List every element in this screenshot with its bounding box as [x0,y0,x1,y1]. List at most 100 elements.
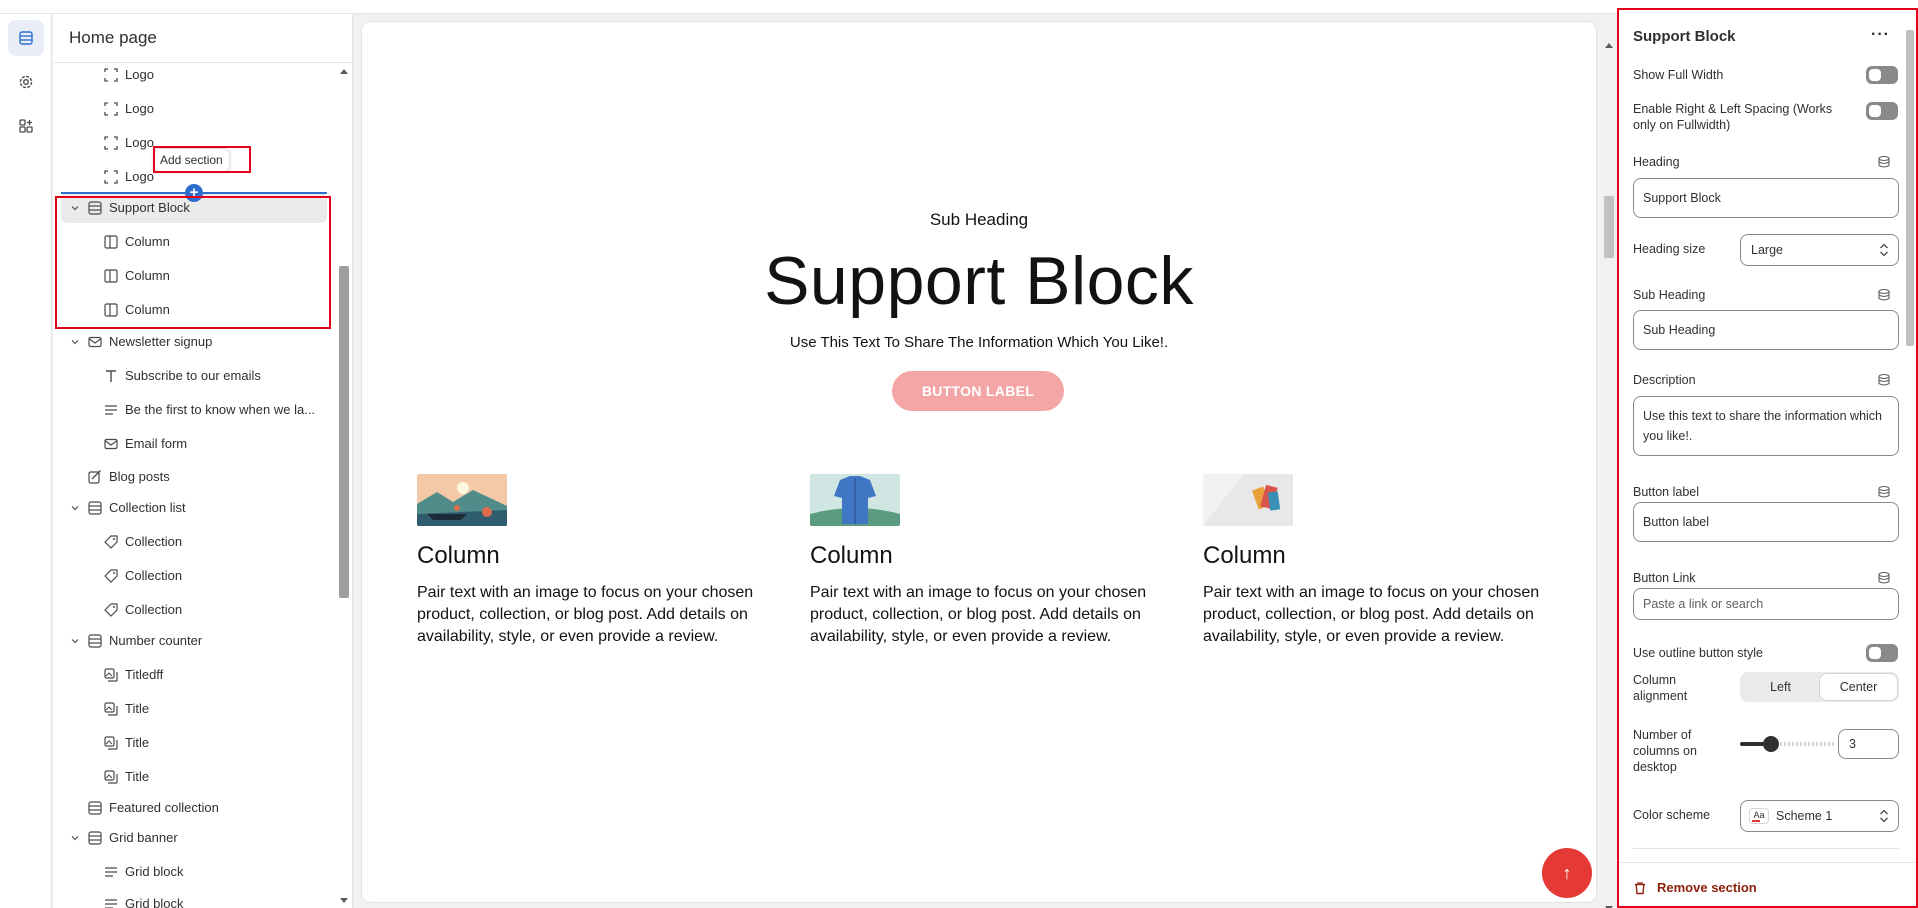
color-scheme-select[interactable]: Aa Scheme 1 [1740,800,1899,832]
divider [1633,848,1899,849]
dynamic-source-icon[interactable] [1877,571,1891,585]
enable-spacing-toggle[interactable] [1866,102,1898,120]
preview-heading: Support Block [764,243,1194,319]
preview-column: Column Pair text with an image to focus … [1203,474,1563,648]
sidebar-item-label: Title [125,701,150,716]
sidebar-tree-item[interactable]: Blog posts [53,462,329,492]
sidebar-tree-item[interactable]: Title [53,728,329,758]
sidebar-item-label: Logo [125,169,154,184]
sidebar-tree-item[interactable]: Collection [53,561,329,591]
preview-scrollbar-thumb[interactable] [1604,196,1614,258]
shirt-illustration-icon [810,474,900,526]
sidebar-item-label: Collection list [109,500,186,515]
sidebar-tree-item[interactable]: Collection [53,595,329,625]
panel-scrollbar-thumb[interactable] [1906,30,1914,346]
sidebar-tree-item[interactable]: Be the first to know when we la... [53,395,329,425]
sidebar-tree-item[interactable]: Collection [53,527,329,557]
paragraph-icon [105,867,117,877]
logo-block-icon [104,68,118,82]
paragraph-icon [105,899,117,908]
sidebar-item-label: Blog posts [109,469,170,484]
dynamic-source-icon[interactable] [1877,485,1891,499]
preview-column: Column Pair text with an image to focus … [417,474,777,648]
sidebar-tree-item[interactable]: Subscribe to our emails [53,361,329,391]
more-horizontal-icon[interactable]: ··· [1871,26,1890,44]
button-label-label: Button label [1633,485,1700,499]
sidebar-tree-item[interactable]: Title [53,762,329,792]
preview-button[interactable]: BUTTON LABEL [892,371,1064,411]
description-label: Description [1633,373,1696,387]
scroll-top-button[interactable]: ↑ [1542,848,1592,898]
sidebar-item-label: Subscribe to our emails [125,368,261,383]
column-text: Pair text with an image to focus on your… [810,584,1147,645]
sub-heading-input[interactable]: Sub Heading [1633,310,1899,350]
sidebar-tree-item[interactable]: Logo [53,60,329,90]
scroll-down-icon [340,898,348,903]
apps-icon [19,119,33,133]
chevron-down-icon[interactable] [69,502,81,514]
sections-rail-button[interactable] [8,20,44,56]
text-heading-icon [106,370,116,382]
show-full-width-label: Show Full Width [1633,68,1724,82]
sidebar-tree-item[interactable]: Collection list [53,493,329,523]
alignment-option-left[interactable]: Left [1742,674,1819,700]
chevron-down-icon[interactable] [69,635,81,647]
gear-icon [19,75,33,89]
section-icon [88,501,102,515]
button-label-input[interactable]: Button label [1633,502,1899,542]
dynamic-source-icon[interactable] [1877,373,1891,387]
sidebar-item-label: Collection [125,534,183,549]
theme-settings-rail-button[interactable] [8,64,44,100]
select-arrows-icon [1880,243,1888,257]
email-icon [88,336,102,348]
columns-desktop-label: Number of columns on desktop [1633,728,1697,774]
sub-heading-label: Sub Heading [1633,288,1706,302]
column-image [417,474,507,526]
sidebar-item-label: Collection [125,568,183,583]
sidebar-tree-item[interactable]: Grid banner [53,823,329,853]
preview-description: Use This Text To Share The Information W… [789,334,1169,351]
remove-section-label: Remove section [1657,880,1757,895]
preview-scrollbar[interactable] [1602,28,1616,908]
sidebar-tree-item[interactable]: Email form [53,429,329,459]
button-link-input[interactable]: Paste a link or search [1633,588,1899,620]
dynamic-source-icon[interactable] [1877,155,1891,169]
columns-number-input[interactable]: 3 [1838,729,1899,759]
scroll-up-icon [1605,43,1613,48]
show-full-width-toggle[interactable] [1866,66,1898,84]
column-image [810,474,900,526]
sidebar-tree-item[interactable]: Logo [53,94,329,124]
sidebar-tree-item[interactable]: Number counter [53,626,329,656]
sidebar-item-label: Grid banner [109,830,178,845]
storefront-preview: Sub Heading Support Block Use This Text … [362,22,1596,902]
section-settings-panel: Support Block ··· Show Full Width Enable… [1617,8,1918,908]
sidebar-tree-item[interactable]: Grid block [53,889,329,908]
apps-rail-button[interactable] [8,108,44,144]
paragraph-icon [105,405,117,415]
app-rail [0,14,52,908]
sidebar-scrollbar-thumb[interactable] [339,266,349,598]
color-scheme-swatch: Aa [1749,808,1769,824]
chevron-down-icon[interactable] [69,832,81,844]
dynamic-source-icon[interactable] [1877,288,1891,302]
sidebar-tree-item[interactable]: Newsletter signup [53,327,329,357]
sidebar-tree-item[interactable]: Titledff [53,660,329,690]
heading-size-select[interactable]: Large [1740,234,1899,266]
column-text: Pair text with an image to focus on your… [1203,584,1540,645]
landscape-illustration-icon [417,474,507,526]
columns-slider-handle[interactable] [1763,736,1780,752]
sidebar-item-label: Newsletter signup [109,334,213,349]
collection-tag-icon [104,569,118,583]
remove-section-button[interactable]: Remove section [1633,880,1757,895]
sidebar-item-label: Titledff [125,667,164,682]
heading-input[interactable]: Support Block [1633,178,1899,218]
description-textarea[interactable]: Use this text to share the information w… [1633,396,1899,456]
color-scheme-label: Color scheme [1633,808,1711,822]
outline-style-toggle[interactable] [1866,644,1898,662]
alignment-option-center[interactable]: Center [1820,674,1897,700]
chevron-down-icon[interactable] [69,336,81,348]
sidebar-tree-item[interactable]: Title [53,694,329,724]
sidebar-tree-item[interactable]: Featured collection [53,793,329,823]
sidebar-tree-item[interactable]: Grid block [53,857,329,887]
column-alignment-label: Column alignment [1633,673,1688,703]
